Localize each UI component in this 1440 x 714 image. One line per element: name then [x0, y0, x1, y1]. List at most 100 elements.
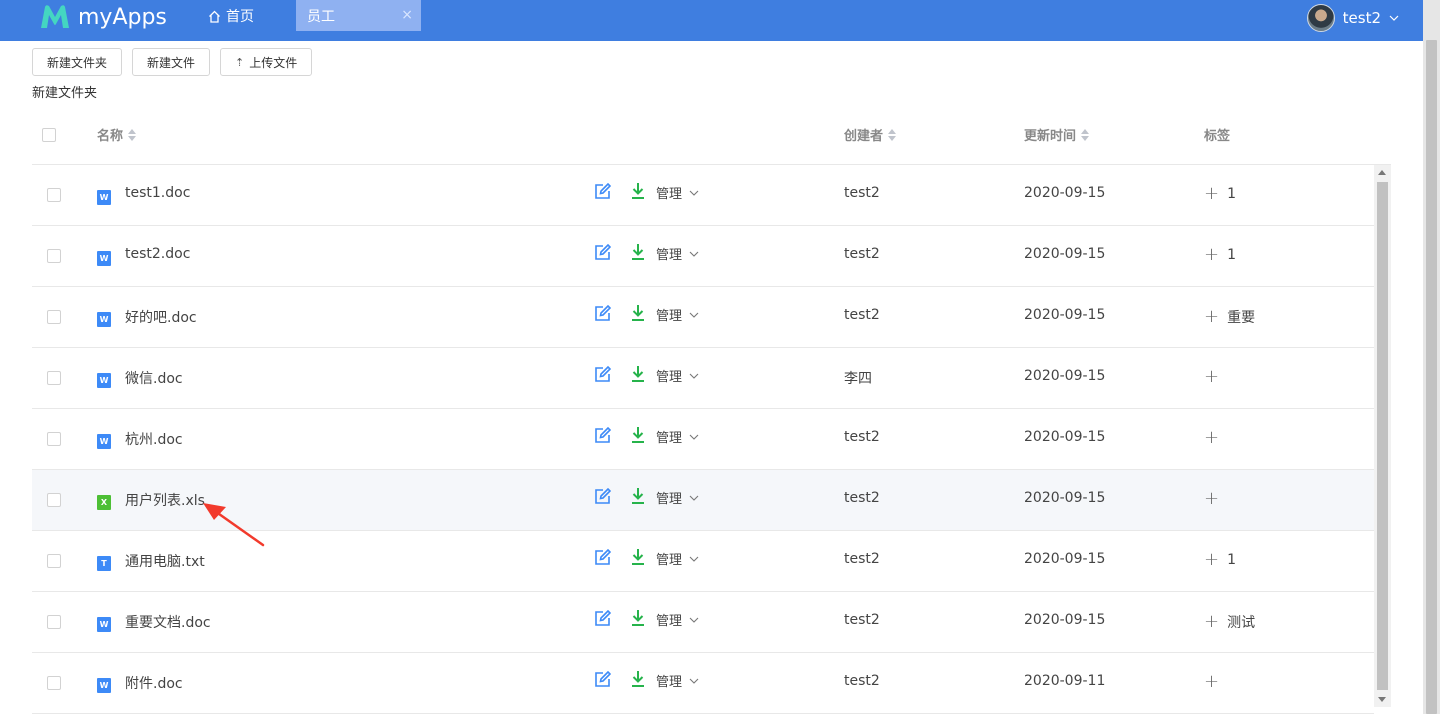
plus-icon[interactable]: +: [1204, 246, 1219, 264]
new-folder-button[interactable]: 新建文件夹: [32, 48, 123, 76]
row-checkbox[interactable]: [47, 371, 61, 385]
edit-icon[interactable]: [594, 183, 611, 200]
edit-icon[interactable]: [594, 671, 611, 688]
download-icon[interactable]: [631, 487, 645, 505]
table-row[interactable]: W 附件.doc 管理 test2 2020-09-11 +: [32, 653, 1374, 714]
plus-icon[interactable]: +: [1204, 368, 1219, 386]
file-name-link[interactable]: 附件.doc: [125, 673, 183, 693]
download-icon[interactable]: [631, 243, 645, 261]
file-name-link[interactable]: test1.doc: [125, 185, 190, 201]
edit-icon[interactable]: [594, 244, 611, 261]
updated-date-cell: 2020-09-15: [1024, 368, 1106, 384]
tag-label[interactable]: 1: [1227, 247, 1236, 263]
column-name[interactable]: 名称: [97, 125, 137, 144]
sort-icon[interactable]: [888, 128, 897, 141]
table-row[interactable]: W 微信.doc 管理 李四 2020-09-15 +: [32, 348, 1374, 409]
table-row[interactable]: Wtest2.doc 管理 test2 2020-09-15 +1: [32, 226, 1374, 287]
nav-home[interactable]: 首页: [208, 0, 254, 32]
edit-icon[interactable]: [594, 610, 611, 627]
file-text-icon: T: [97, 556, 111, 571]
tag-label[interactable]: 1: [1227, 552, 1236, 568]
brand-logo[interactable]: myApps: [40, 2, 167, 32]
manage-dropdown[interactable]: 管理: [656, 366, 699, 385]
plus-icon[interactable]: +: [1204, 185, 1219, 203]
row-checkbox[interactable]: [47, 310, 61, 324]
manage-label: 管理: [656, 431, 683, 446]
row-checkbox[interactable]: [47, 249, 61, 263]
updated-date-cell: 2020-09-15: [1024, 246, 1106, 262]
scroll-down-icon[interactable]: [1378, 697, 1386, 702]
page-scrollbar[interactable]: [1423, 0, 1440, 714]
table-scrollbar[interactable]: [1374, 165, 1391, 707]
plus-icon[interactable]: +: [1204, 673, 1219, 691]
download-icon[interactable]: [631, 304, 645, 322]
manage-dropdown[interactable]: 管理: [656, 610, 699, 629]
edit-icon[interactable]: [594, 366, 611, 383]
manage-dropdown[interactable]: 管理: [656, 488, 699, 507]
select-all-checkbox[interactable]: [42, 128, 56, 142]
file-name-link[interactable]: 通用电脑.txt: [125, 551, 205, 571]
row-checkbox[interactable]: [47, 676, 61, 690]
sort-icon[interactable]: [1081, 128, 1090, 141]
download-icon[interactable]: [631, 670, 645, 688]
tab-employees[interactable]: 员工 ×: [296, 0, 421, 31]
column-creator[interactable]: 创建者: [844, 125, 897, 144]
download-icon[interactable]: [631, 548, 645, 566]
plus-icon[interactable]: +: [1204, 551, 1219, 569]
row-checkbox[interactable]: [47, 188, 61, 202]
row-checkbox[interactable]: [47, 554, 61, 568]
file-name-link[interactable]: 微信.doc: [125, 368, 183, 388]
user-menu[interactable]: test2: [1306, 3, 1399, 33]
updated-date-cell: 2020-09-15: [1024, 490, 1106, 506]
manage-dropdown[interactable]: 管理: [656, 305, 699, 324]
scroll-up-icon[interactable]: [1378, 170, 1386, 175]
edit-icon[interactable]: [594, 549, 611, 566]
plus-icon[interactable]: +: [1204, 490, 1219, 508]
column-updated[interactable]: 更新时间: [1024, 125, 1090, 144]
manage-dropdown[interactable]: 管理: [656, 427, 699, 446]
row-checkbox[interactable]: [47, 615, 61, 629]
table-row[interactable]: W 好的吧.doc 管理 test2 2020-09-15 + 重要: [32, 287, 1374, 348]
table-row[interactable]: Wtest1.doc 管理 test2 2020-09-15 +1: [32, 165, 1374, 226]
table-row[interactable]: T 通用电脑.txt 管理 test2 2020-09-15 +1: [32, 531, 1374, 592]
edit-icon[interactable]: [594, 427, 611, 444]
edit-icon[interactable]: [594, 305, 611, 322]
file-name-link[interactable]: 重要文档.doc: [125, 612, 211, 632]
close-icon[interactable]: ×: [401, 7, 413, 23]
download-icon[interactable]: [631, 609, 645, 627]
file-name-link[interactable]: test2.doc: [125, 246, 190, 262]
chevron-down-icon: [689, 190, 699, 196]
page-scrollbar-thumb[interactable]: [1426, 40, 1437, 714]
new-file-button[interactable]: 新建文件: [132, 48, 211, 76]
download-icon[interactable]: [631, 182, 645, 200]
row-checkbox[interactable]: [47, 432, 61, 446]
manage-dropdown[interactable]: 管理: [656, 244, 699, 263]
table-row[interactable]: W 重要文档.doc 管理 test2 2020-09-15 + 测试: [32, 592, 1374, 653]
tag-label[interactable]: 测试: [1227, 612, 1255, 632]
edit-icon[interactable]: [594, 488, 611, 505]
table-scrollbar-thumb[interactable]: [1377, 182, 1388, 690]
tag-cell: +1: [1204, 246, 1236, 264]
file-name-link[interactable]: 杭州.doc: [125, 429, 183, 449]
manage-dropdown[interactable]: 管理: [656, 549, 699, 568]
sort-icon[interactable]: [128, 128, 137, 141]
table-row[interactable]: X 用户列表.xls 管理 test2 2020-09-15 +: [32, 470, 1374, 531]
table-row[interactable]: W 杭州.doc 管理 test2 2020-09-15 +: [32, 409, 1374, 470]
row-checkbox[interactable]: [47, 493, 61, 507]
tag-label[interactable]: 重要: [1227, 307, 1255, 327]
file-name-link[interactable]: 用户列表.xls: [125, 490, 205, 510]
download-icon[interactable]: [631, 426, 645, 444]
tag-label[interactable]: 1: [1227, 186, 1236, 202]
manage-dropdown[interactable]: 管理: [656, 183, 699, 202]
plus-icon[interactable]: +: [1204, 613, 1219, 631]
manage-dropdown[interactable]: 管理: [656, 671, 699, 690]
breadcrumb[interactable]: 新建文件夹: [32, 82, 97, 101]
download-icon[interactable]: [631, 365, 645, 383]
file-word-icon: W: [97, 373, 111, 388]
plus-icon[interactable]: +: [1204, 308, 1219, 326]
file-name-link[interactable]: 好的吧.doc: [125, 307, 197, 327]
avatar[interactable]: [1306, 4, 1335, 32]
plus-icon[interactable]: +: [1204, 429, 1219, 447]
upload-button[interactable]: ⇡ 上传文件: [220, 48, 313, 76]
creator-cell: test2: [844, 673, 880, 689]
